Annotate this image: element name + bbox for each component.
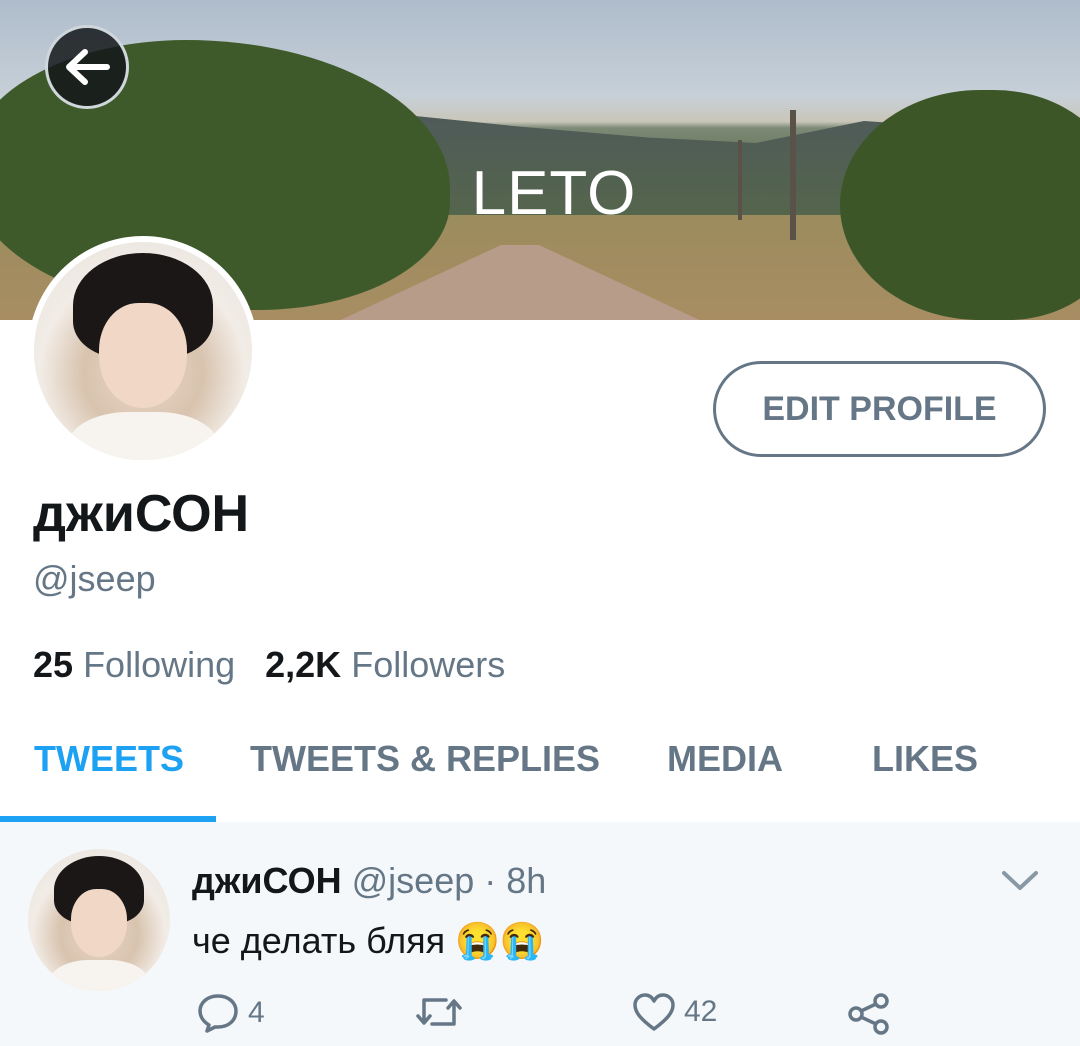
tweet-separator: · xyxy=(484,860,497,901)
tweet-header: джиСОН @jseep · 8h xyxy=(192,860,546,902)
chevron-down-icon xyxy=(1002,871,1038,890)
tweet-text: че делать бляя 😭😭 xyxy=(192,920,545,961)
tweet-author-name[interactable]: джиСОН xyxy=(192,860,342,901)
followers-link[interactable]: 2,2K Followers xyxy=(265,644,505,685)
retweet-button[interactable] xyxy=(414,992,464,1032)
tweet-author-handle: @jseep xyxy=(351,860,475,901)
tab-media[interactable]: MEDIA xyxy=(667,738,783,780)
tweet-avatar[interactable] xyxy=(28,849,170,991)
back-button[interactable] xyxy=(45,25,129,109)
like-button[interactable]: 42 xyxy=(632,992,717,1032)
display-name: джиСОН xyxy=(33,485,250,543)
tweet-menu-button[interactable] xyxy=(1000,868,1040,899)
followers-count: 2,2K xyxy=(265,644,342,685)
arrow-left-icon xyxy=(66,49,110,85)
avatar-photo xyxy=(34,242,252,460)
following-count: 25 xyxy=(33,644,74,685)
follow-stats: 25 Following 2,2K Followers xyxy=(33,644,505,686)
retweet-icon xyxy=(416,998,462,1026)
banner-title: LETO xyxy=(471,159,637,228)
share-button[interactable] xyxy=(846,992,892,1036)
profile-handle: @jseep xyxy=(33,558,156,599)
profile-avatar[interactable] xyxy=(28,236,258,466)
tweet-item[interactable]: джиСОН @jseep · 8h че делать бляя 😭😭 4 4… xyxy=(0,822,1080,1046)
reply-count: 4 xyxy=(248,996,265,1029)
edit-profile-button[interactable]: EDIT PROFILE xyxy=(713,361,1046,457)
tab-tweets[interactable]: TWEETS xyxy=(34,738,184,780)
share-icon xyxy=(848,993,889,1035)
tweet-time: 8h xyxy=(506,860,547,901)
following-link[interactable]: 25 Following xyxy=(33,644,235,685)
like-count: 42 xyxy=(684,995,718,1028)
profile-tabs: TWEETS TWEETS & REPLIES MEDIA LIKES xyxy=(0,720,1080,822)
reply-icon xyxy=(198,994,238,1033)
tab-likes[interactable]: LIKES xyxy=(872,738,978,780)
following-label: Following xyxy=(83,644,236,685)
heart-icon xyxy=(633,993,675,1031)
reply-button[interactable]: 4 xyxy=(196,992,265,1034)
tab-tweets-replies[interactable]: TWEETS & REPLIES xyxy=(250,738,600,780)
followers-label: Followers xyxy=(351,644,506,685)
